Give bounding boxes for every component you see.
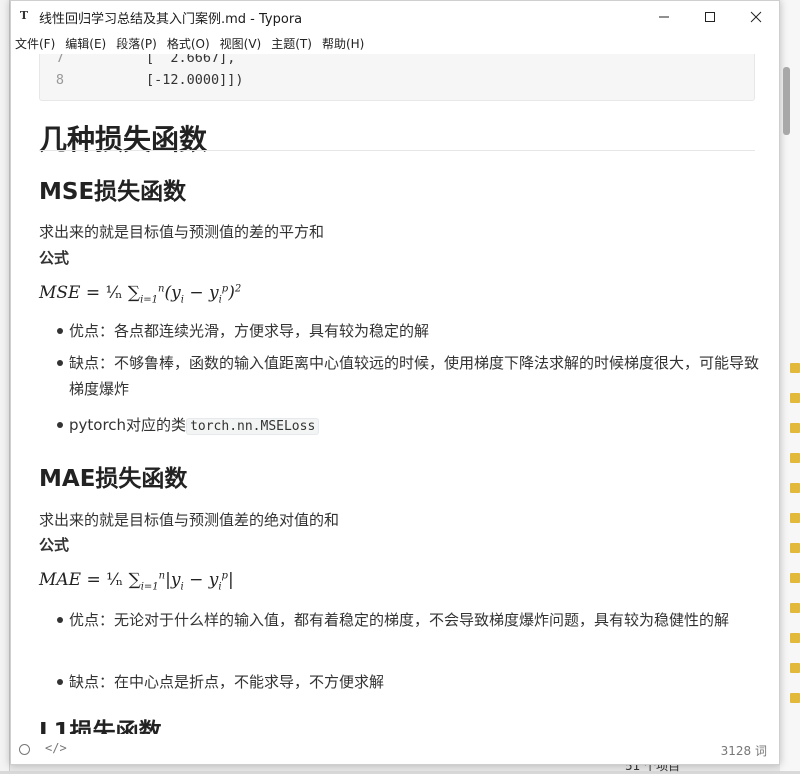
menu-file[interactable]: 文件(F)	[15, 35, 55, 52]
heading-mse: MSE损失函数	[39, 179, 187, 205]
line-number: 8	[55, 72, 64, 88]
title-bar[interactable]: T 线性回归学习总结及其入门案例.md - Typora	[11, 1, 779, 32]
folder-icon	[790, 513, 800, 523]
bullet	[56, 678, 64, 686]
folder-icon	[790, 663, 800, 673]
minimize-button[interactable]	[641, 1, 687, 32]
menu-paragraph[interactable]: 段落(P)	[116, 35, 157, 52]
mse-formula-label: 公式	[39, 249, 70, 267]
status-bar: </> 3128 词	[11, 734, 779, 764]
menu-bar: 文件(F) 编辑(E) 段落(P) 格式(O) 视图(V) 主题(T) 帮助(H…	[11, 32, 779, 54]
mae-formula-label: 公式	[39, 536, 70, 554]
scrollbar-thumb[interactable]	[783, 67, 790, 135]
heading-loss-functions: 几种损失函数	[39, 123, 208, 156]
maximize-button[interactable]	[687, 1, 733, 32]
code-line: 8 [-12.0000]])	[40, 72, 754, 94]
mse-con: 缺点：不够鲁棒，函数的输入值距离中心值较远的时候，使用梯度下降法求解的时候梯度很…	[69, 354, 760, 398]
folder-icon	[790, 453, 800, 463]
background-window-edge	[0, 0, 10, 771]
menu-format[interactable]: 格式(O)	[167, 35, 210, 52]
close-icon	[750, 11, 762, 22]
folder-icon	[790, 633, 800, 643]
code-text: [ 2.6667],	[146, 54, 236, 66]
inline-code: torch.nn.MSELoss	[186, 418, 320, 435]
bullet	[56, 616, 64, 624]
folder-icon	[790, 363, 800, 373]
pytorch-prefix: pytorch对应的类	[69, 416, 187, 434]
folder-icon	[790, 543, 800, 553]
menu-theme[interactable]: 主题(T)	[271, 35, 312, 52]
mse-description: 求出来的就是目标值与预测值的差的平方和	[39, 223, 325, 241]
close-button[interactable]	[733, 1, 779, 32]
mse-formula: MSE = ¹⁄ₙ ∑i=1n(yi − yip)2	[39, 283, 242, 306]
folder-icon	[790, 603, 800, 613]
line-number: 7	[55, 54, 64, 66]
minimize-icon	[659, 16, 669, 17]
word-count[interactable]: 3128 词	[721, 742, 767, 759]
folder-icon	[790, 423, 800, 433]
mae-con: 缺点：在中心点是折点，不能求导，不方便求解	[69, 673, 385, 691]
heading-mae: MAE损失函数	[39, 466, 188, 492]
folder-icon	[790, 393, 800, 403]
menu-view[interactable]: 视图(V)	[220, 35, 262, 52]
code-block[interactable]: 7 [ 2.6667], 8 [-12.0000]])	[39, 54, 755, 101]
menu-edit[interactable]: 编辑(E)	[65, 35, 106, 52]
source-mode-toggle[interactable]: </>	[45, 741, 67, 755]
code-line: 7 [ 2.6667],	[40, 54, 754, 72]
folder-icon	[790, 483, 800, 493]
mae-pro: 优点：无论对于什么样的输入值，都有着稳定的梯度，不会导致梯度爆炸问题，具有较为稳…	[69, 611, 730, 629]
folder-icon	[790, 693, 800, 703]
heading-divider	[39, 150, 755, 151]
bullet	[56, 327, 64, 335]
mse-pytorch: pytorch对应的类 torch.nn.MSELoss	[69, 412, 759, 440]
bullet	[56, 359, 64, 367]
folder-icon	[790, 573, 800, 583]
mse-pro: 优点：各点都连续光滑，方便求导，具有较为稳定的解	[69, 322, 430, 340]
menu-help[interactable]: 帮助(H)	[322, 35, 364, 52]
window-title: 线性回归学习总结及其入门案例.md - Typora	[39, 12, 303, 27]
code-text: [-12.0000]])	[146, 72, 244, 88]
mae-formula: MAE = ¹⁄ₙ ∑i=1n|yi − yip|	[39, 570, 234, 593]
outline-toggle-icon[interactable]	[19, 744, 30, 755]
typora-window: T 线性回归学习总结及其入门案例.md - Typora 文件(F) 编辑(E)…	[10, 0, 790, 765]
heading-l1: L1损失函数	[39, 719, 162, 734]
bullet	[56, 421, 64, 429]
editor-content[interactable]: 7 [ 2.6667], 8 [-12.0000]]) 几种损失函数 MSE损失…	[11, 54, 779, 734]
typora-app-icon: T	[19, 9, 29, 22]
mae-description: 求出来的就是目标值与预测值差的绝对值的和	[39, 511, 340, 529]
maximize-icon	[705, 11, 715, 22]
